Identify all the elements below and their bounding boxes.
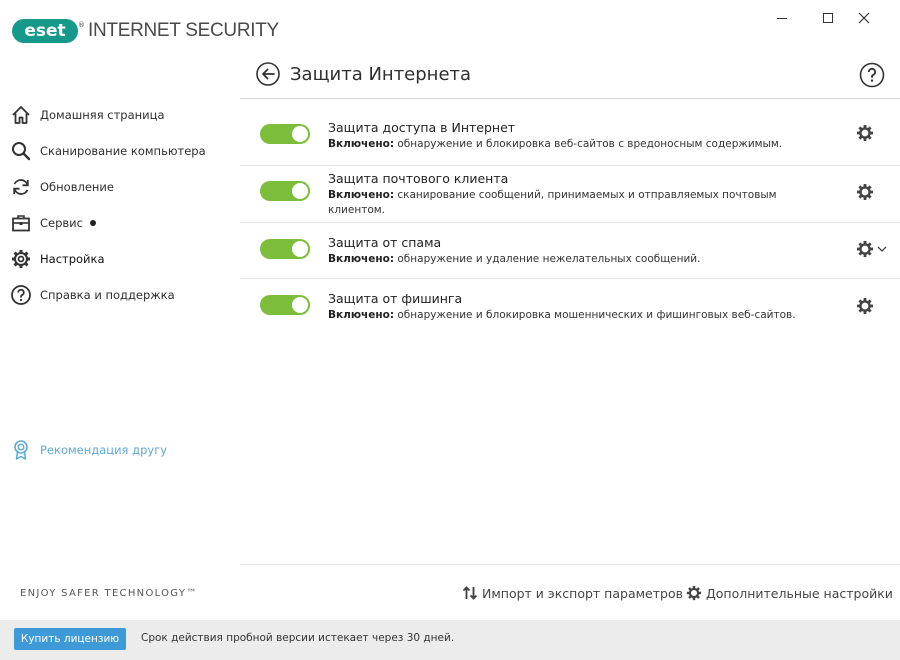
row-desc-text: обнаружение и блокировка мошеннических и… — [394, 309, 796, 321]
antiphishing-toggle[interactable] — [260, 295, 310, 315]
sidebar-item-label: Сканирование компьютера — [40, 144, 206, 158]
home-icon — [10, 104, 32, 126]
gear-icon[interactable] — [856, 297, 874, 315]
row-desc-text: обнаружение и блокировка веб-сайтов с вр… — [394, 138, 783, 150]
protection-row-email-client: Защита почтового клиента Включено: скани… — [240, 166, 900, 223]
notification-dot — [89, 219, 96, 226]
sidebar-item-label-text: Сервис — [40, 216, 83, 230]
protection-row-antiphishing: Защита от фишинга Включено: обнаружение … — [240, 279, 900, 334]
toggle-knob — [292, 241, 308, 257]
app-logo: eset ® INTERNET SECURITY — [12, 19, 279, 43]
sidebar-item-update[interactable]: Обновление — [0, 169, 240, 205]
row-description: Включено: сканирование сообщений, приним… — [328, 188, 798, 218]
sidebar-item-help[interactable]: Справка и поддержка — [0, 277, 240, 313]
refresh-icon — [10, 176, 32, 198]
email-client-toggle[interactable] — [260, 181, 310, 201]
sidebar-item-setup[interactable]: Настройка — [0, 241, 240, 277]
advanced-settings-link[interactable]: Дополнительные настройки — [686, 585, 893, 601]
import-export-link[interactable]: Импорт и экспорт параметров — [462, 585, 683, 601]
row-title[interactable]: Защита почтового клиента — [328, 171, 508, 186]
maximize-button[interactable] — [810, 6, 846, 30]
gear-icon — [686, 585, 702, 601]
minimize-button[interactable] — [764, 6, 800, 30]
logo-badge-text: eset — [24, 21, 66, 41]
page-header: Защита Интернета — [240, 62, 900, 99]
sidebar-item-service[interactable]: Сервис — [0, 205, 240, 241]
advanced-settings-label: Дополнительные настройки — [706, 585, 893, 601]
help-icon — [10, 284, 32, 306]
gear-icon — [10, 248, 32, 270]
web-access-toggle[interactable] — [260, 124, 310, 144]
footer-bar: Купить лицензию Срок действия пробной ве… — [0, 620, 900, 660]
recommend-label: Рекомендация другу — [40, 443, 168, 457]
sidebar-item-label: Справка и поддержка — [40, 288, 175, 302]
sidebar-item-scan[interactable]: Сканирование компьютера — [0, 133, 240, 169]
row-desc-text: сканирование сообщений, принимаемых и от… — [328, 189, 777, 216]
gear-icon[interactable] — [856, 124, 874, 142]
row-status: Включено: — [328, 309, 395, 321]
search-icon — [10, 140, 32, 162]
row-desc-text: обнаружение и удаление нежелательных соо… — [394, 253, 701, 265]
sidebar-item-label: Сервис — [40, 216, 96, 230]
protection-row-antispam: Защита от спама Включено: обнаружение и … — [240, 223, 900, 279]
row-description: Включено: обнаружение и удаление нежелат… — [328, 252, 828, 267]
row-description: Включено: обнаружение и блокировка веб-с… — [328, 137, 828, 152]
page-title: Защита Интернета — [290, 64, 472, 85]
award-icon — [10, 439, 32, 461]
chevron-down-icon[interactable] — [876, 243, 888, 255]
minimize-icon — [777, 17, 787, 19]
bottom-actions-bar: Импорт и экспорт параметров Дополнительн… — [240, 564, 900, 620]
row-status: Включено: — [328, 253, 395, 265]
sidebar-item-home[interactable]: Домашняя страница — [0, 97, 240, 133]
row-status: Включено: — [328, 138, 395, 150]
sidebar: Домашняя страница Сканирование компьютер… — [0, 62, 240, 620]
tagline: ENJOY SAFER TECHNOLOGY™ — [20, 588, 198, 599]
sidebar-item-label: Обновление — [40, 180, 114, 194]
back-arrow-icon — [256, 62, 280, 86]
eset-logo-badge: eset ® — [12, 19, 85, 43]
close-button[interactable] — [846, 6, 882, 30]
maximize-icon — [823, 13, 833, 23]
row-title[interactable]: Защита от спама — [328, 235, 441, 250]
recommend-friend-link[interactable]: Рекомендация другу — [0, 435, 240, 465]
gear-icon[interactable] — [856, 183, 874, 201]
sidebar-item-label: Настройка — [40, 252, 105, 266]
title-bar: eset ® INTERNET SECURITY — [0, 0, 900, 62]
row-status: Включено: — [328, 189, 395, 201]
registered-mark: ® — [78, 21, 85, 29]
buy-license-button[interactable]: Купить лицензию — [14, 628, 126, 650]
close-icon — [858, 12, 870, 24]
protection-row-web-access: Защита доступа в Интернет Включено: обна… — [240, 99, 900, 166]
trial-expiry-text: Срок действия пробной версии истекает че… — [141, 632, 455, 644]
import-export-label: Импорт и экспорт параметров — [482, 585, 683, 601]
product-name: INTERNET SECURITY — [88, 20, 279, 41]
help-button[interactable] — [859, 62, 885, 88]
toggle-knob — [292, 183, 308, 199]
briefcase-icon — [10, 212, 32, 234]
sidebar-item-label: Домашняя страница — [40, 108, 165, 122]
toggle-knob — [292, 126, 308, 142]
toggle-knob — [292, 297, 308, 313]
row-description: Включено: обнаружение и блокировка мошен… — [328, 308, 828, 323]
row-title[interactable]: Защита от фишинга — [328, 291, 462, 306]
question-icon — [859, 62, 885, 88]
antispam-toggle[interactable] — [260, 239, 310, 259]
main-panel: Защита Интернета Защита доступа в Интерн… — [240, 62, 900, 620]
gear-icon[interactable] — [856, 240, 874, 258]
row-title[interactable]: Защита доступа в Интернет — [328, 120, 515, 135]
back-button[interactable] — [256, 62, 280, 86]
import-export-icon — [462, 586, 478, 600]
